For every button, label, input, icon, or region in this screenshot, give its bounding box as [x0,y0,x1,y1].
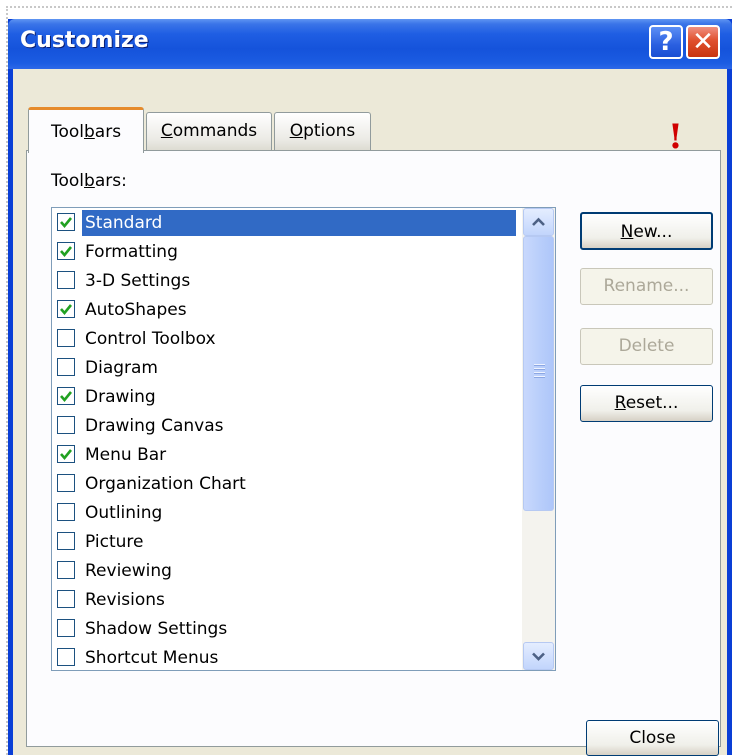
label-accel: b [84,171,95,191]
list-item-label: Organization Chart [85,474,246,494]
tab-toolbars[interactable]: Toolbars [28,107,144,153]
list-item[interactable]: Formatting [52,239,522,268]
window-title: Customize [20,28,149,53]
list-item[interactable]: Diagram [52,355,522,384]
label-text: ars: [94,171,127,191]
list-item-label: 3-D Settings [85,271,191,291]
checkbox[interactable] [57,387,75,405]
checkbox[interactable] [57,213,75,231]
list-item[interactable]: Picture [52,529,522,558]
checkbox[interactable] [57,445,75,463]
chevron-down-icon [532,652,545,661]
list-scrollbar[interactable] [522,208,555,670]
tab-options[interactable]: Options [274,112,371,150]
list-item[interactable]: Menu Bar [52,442,522,471]
checkmark-icon [60,449,73,461]
tab-label-accel: b [83,122,95,142]
help-button[interactable]: ? [649,25,683,59]
list-item-label: Menu Bar [85,445,167,465]
list-item[interactable]: Drawing Canvas [52,413,522,442]
checkbox[interactable] [57,358,75,376]
list-item-label: Outlining [85,503,163,523]
toolbars-listbox[interactable]: Standard Formatting 3-D Settings AutoShapes… [51,207,556,671]
annotation-exclamation: ! [668,117,683,157]
checkbox[interactable] [57,271,75,289]
title-bar[interactable]: Customize ? ✕ [8,19,732,69]
checkbox[interactable] [57,416,75,434]
checkbox[interactable] [57,300,75,318]
checkbox[interactable] [57,503,75,521]
rename-button[interactable]: Rename... [580,268,713,305]
grip-icon [534,364,545,380]
list-item[interactable]: Shortcut Menus [52,645,522,670]
list-item[interactable]: Organization Chart [52,471,522,500]
checkmark-icon [60,217,73,229]
customize-dialog: Customize ? ✕ Toolbars Commands Options … [8,19,732,756]
list-item[interactable]: Control Toolbox [52,326,522,355]
checkbox[interactable] [57,590,75,608]
checkmark-icon [60,391,73,403]
list-item-label: Formatting [85,242,178,262]
toolbars-tab-panel: Toolbars: Standard Formatting 3-D Settings… [26,150,721,747]
close-button[interactable]: Close [586,720,719,756]
scroll-up-button[interactable] [523,208,554,236]
checkmark-icon [60,304,73,316]
button-label: eset... [625,393,679,413]
tab-label: ptions [303,121,356,141]
tab-label: ars [94,122,122,142]
list-item[interactable]: 3-D Settings [52,268,522,297]
close-window-button[interactable]: ✕ [686,25,720,59]
list-item-label: Control Toolbox [85,329,216,349]
reset-button[interactable]: Reset... [580,385,713,422]
checkbox[interactable] [57,474,75,492]
list-item-label: Diagram [85,358,158,378]
checkmark-icon [60,246,73,258]
list-item-label: Drawing Canvas [85,416,224,436]
tab-label-accel: C [160,121,173,141]
list-item-label: Reviewing [85,561,172,581]
list-item-label: Shortcut Menus [85,648,219,668]
list-item[interactable]: Revisions [52,587,522,616]
checkbox[interactable] [57,561,75,579]
button-accel: R [614,393,626,413]
list-item[interactable]: Standard [52,210,522,239]
checkbox[interactable] [57,242,75,260]
list-item[interactable]: Reviewing [52,558,522,587]
toolbars-list-label: Toolbars: [51,171,127,191]
tab-label-accel: O [289,121,304,141]
delete-button[interactable]: Delete [580,328,713,365]
checkbox[interactable] [57,532,75,550]
list-item[interactable]: Shadow Settings [52,616,522,645]
list-item-label: Standard [82,210,516,236]
button-label: ew... [633,222,673,242]
checkbox[interactable] [57,619,75,637]
dialog-body: Toolbars Commands Options Toolbars: Stan… [13,69,727,756]
scroll-down-button[interactable] [523,642,554,670]
chevron-up-icon [532,217,545,226]
new-button[interactable]: New... [580,212,713,250]
list-item-label: AutoShapes [85,300,187,320]
label-text: Tool [51,171,85,191]
list-item-label: Drawing [85,387,156,407]
checkbox[interactable] [57,648,75,666]
checkbox[interactable] [57,329,75,347]
list-item[interactable]: AutoShapes [52,297,522,326]
list-item-label: Shadow Settings [85,619,228,639]
button-accel: N [620,222,634,242]
list-item[interactable]: Outlining [52,500,522,529]
tab-commands[interactable]: Commands [146,112,272,150]
list-item[interactable]: Drawing [52,384,522,413]
scroll-thumb[interactable] [523,236,554,511]
tab-label: Tool [50,122,84,142]
tab-label: ommands [172,121,258,141]
list-item-label: Revisions [85,590,165,610]
list-item-label: Picture [85,532,144,552]
